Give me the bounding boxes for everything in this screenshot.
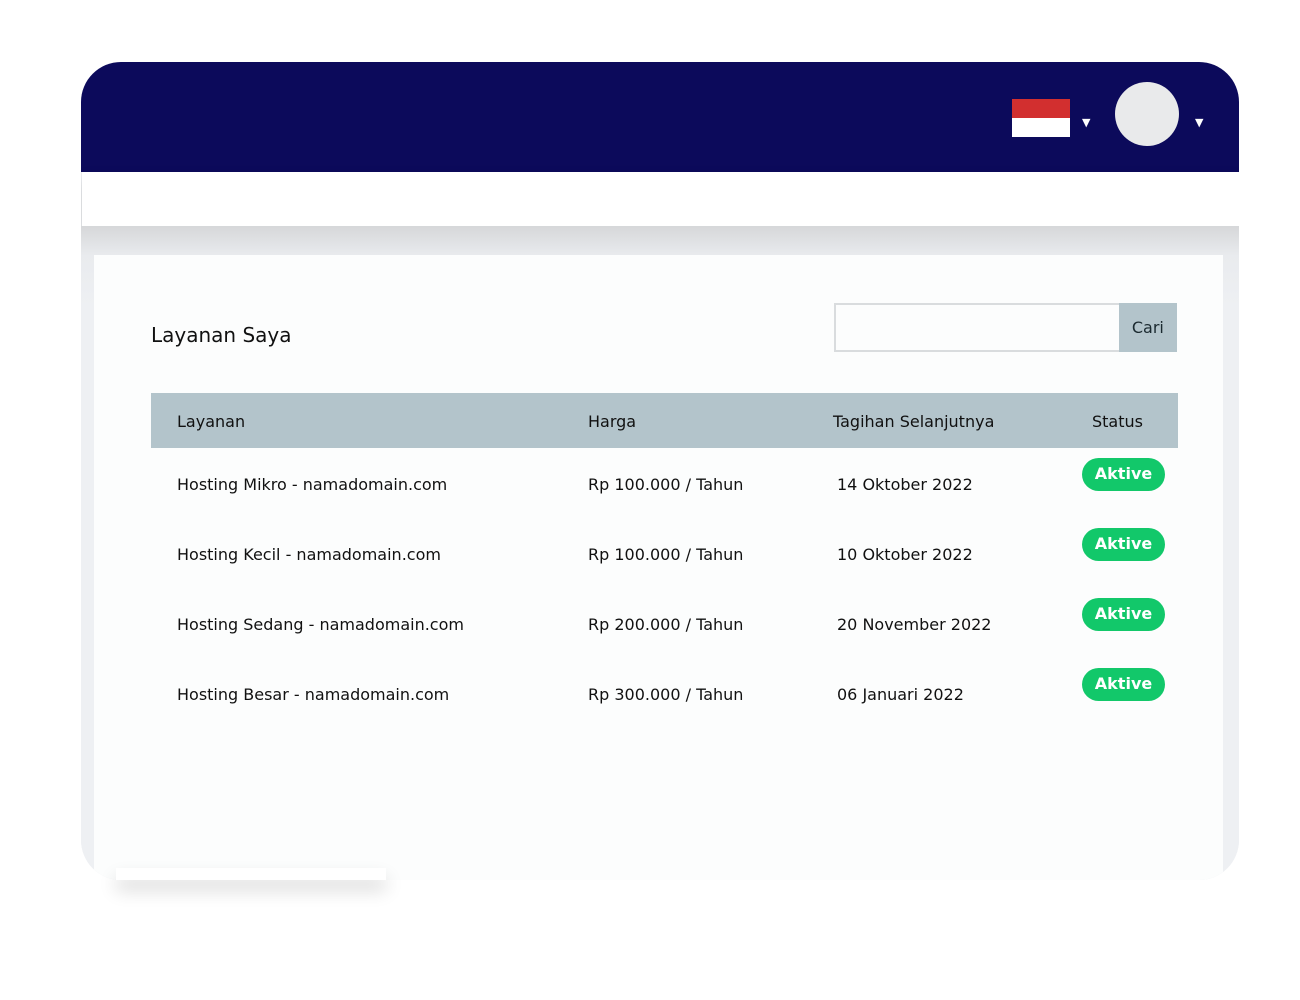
page-title: Layanan Saya — [151, 323, 292, 347]
status-badge: Aktive — [1082, 598, 1165, 631]
table-row[interactable]: Hosting Kecil - namadomain.com Rp 100.00… — [151, 518, 1178, 588]
next-bill-date: 10 Oktober 2022 — [837, 545, 973, 564]
card-shadow-decoration — [116, 868, 386, 880]
search-button[interactable]: Cari — [1118, 303, 1177, 352]
table-row[interactable]: Hosting Besar - namadomain.com Rp 300.00… — [151, 658, 1178, 728]
status-badge: Aktive — [1082, 528, 1165, 561]
table-row[interactable]: Hosting Sedang - namadomain.com Rp 200.0… — [151, 588, 1178, 658]
table-row[interactable]: Hosting Mikro - namadomain.com Rp 100.00… — [151, 448, 1178, 518]
service-price: Rp 200.000 / Tahun — [588, 615, 744, 634]
column-header-status: Status — [1092, 412, 1143, 431]
column-header-price: Harga — [588, 412, 637, 431]
service-price: Rp 100.000 / Tahun — [588, 545, 744, 564]
language-flag-icon[interactable] — [1012, 99, 1070, 137]
sub-navbar — [82, 172, 1239, 226]
status-badge: Aktive — [1082, 668, 1165, 701]
next-bill-date: 06 Januari 2022 — [837, 685, 964, 704]
column-header-next-bill: Tagihan Selanjutnya — [833, 412, 995, 431]
service-price: Rp 100.000 / Tahun — [588, 475, 744, 494]
flag-white-stripe — [1012, 118, 1070, 137]
column-header-service: Layanan — [177, 412, 246, 431]
next-bill-date: 20 November 2022 — [837, 615, 992, 634]
language-dropdown-caret-icon[interactable]: ▼ — [1082, 117, 1090, 128]
service-name: Hosting Sedang - namadomain.com — [177, 615, 464, 634]
search-box: Cari — [834, 303, 1177, 352]
service-name: Hosting Mikro - namadomain.com — [177, 475, 448, 494]
top-navbar: ▼ ▼ — [81, 62, 1239, 172]
service-price: Rp 300.000 / Tahun — [588, 685, 744, 704]
flag-red-stripe — [1012, 99, 1070, 118]
service-name: Hosting Kecil - namadomain.com — [177, 545, 441, 564]
table-header: Layanan Harga Tagihan Selanjutnya Status — [151, 393, 1178, 448]
user-menu-caret-icon[interactable]: ▼ — [1195, 117, 1203, 128]
service-name: Hosting Besar - namadomain.com — [177, 685, 450, 704]
services-table: Layanan Harga Tagihan Selanjutnya Status… — [151, 393, 1178, 728]
search-input[interactable] — [834, 303, 1119, 352]
status-badge: Aktive — [1082, 458, 1165, 491]
user-avatar[interactable] — [1115, 82, 1179, 146]
next-bill-date: 14 Oktober 2022 — [837, 475, 973, 494]
